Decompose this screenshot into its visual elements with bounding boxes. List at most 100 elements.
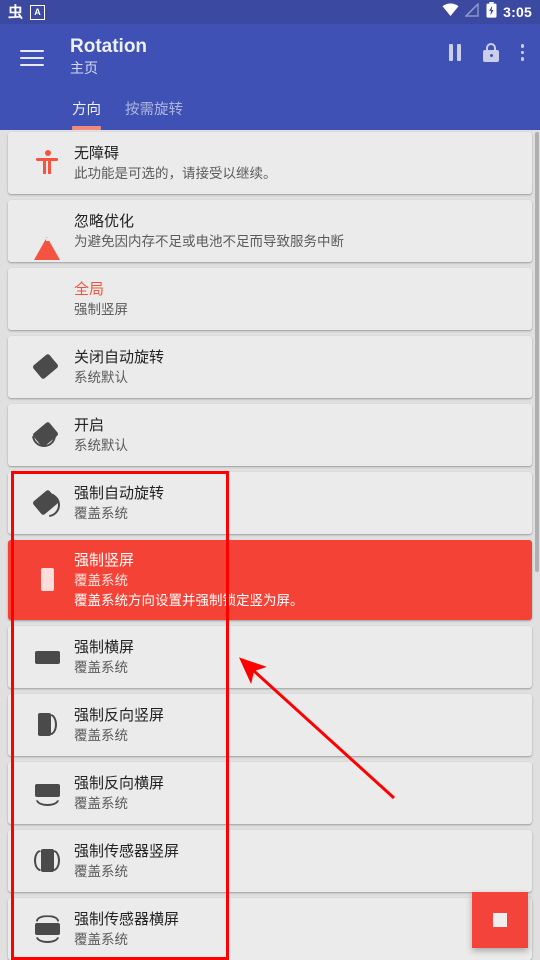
rotate-force-icon [31,488,63,518]
list-item-subtitle: 强制竖屏 [74,301,128,317]
list-item-subtitle: 覆盖系统 [74,660,128,676]
sensor-portrait-icon [31,847,63,875]
signal-off-icon [464,1,480,22]
list-item-title: 强制自动旋转 [74,484,165,502]
page-subtitle: 主页 [70,59,98,76]
status-bar-clock: 3:05 [503,4,532,20]
app-bar-top: Rotation 主页 [0,24,540,86]
page-title: Rotation [70,36,148,57]
battery-charging-icon [486,1,497,23]
list-item-title: 关闭自动旋转 [74,348,165,366]
accessibility-icon [36,150,58,176]
list-item-icon-cell [20,150,74,176]
list-item-text: 全局 强制竖屏 [74,279,520,320]
list-item-subtitle: 覆盖系统 [74,505,128,521]
a-badge-icon: A [30,4,46,20]
settings-list[interactable]: 无障碍 此功能是可选的，请接受以继续。 忽略优化 为避免因内存不足或电池不足而导… [0,130,540,960]
list-item-force-auto-rotate[interactable]: 强制自动旋转 覆盖系统 [8,472,532,534]
lock-icon[interactable] [482,43,499,62]
reverse-landscape-icon [31,779,63,807]
list-item-subtitle: 覆盖系统 [74,573,128,589]
stop-service-fab[interactable] [472,892,528,948]
list-item-icon-cell [20,643,74,671]
list-item-title: 强制反向竖屏 [74,706,165,724]
list-item-title: 无障碍 [74,144,120,162]
list-item-text: 强制传感器竖屏 覆盖系统 [74,841,520,882]
list-scrollbar[interactable] [535,132,539,572]
list-item-title: 强制竖屏 [74,552,135,569]
list-item-auto-rotate-off[interactable]: 关闭自动旋转 系统默认 [8,336,532,398]
list-item-icon-cell [20,847,74,875]
warning-triangle-icon [34,219,60,260]
list-item-title: 忽略优化 [74,212,135,230]
list-item-subtitle: 覆盖系统 [74,932,128,948]
tab-on-demand-rotation[interactable]: 按需旋转 [113,98,195,130]
list-item-title: 强制传感器竖屏 [74,842,180,860]
list-item-text: 无障碍 此功能是可选的，请接受以继续。 [74,143,520,184]
list-item-force-sensor-landscape[interactable]: 强制传感器横屏 覆盖系统 [8,898,532,960]
list-item-global[interactable]: 全局 强制竖屏 [8,268,532,330]
reverse-portrait-icon [31,711,63,739]
pause-icon[interactable] [448,44,461,61]
list-item-text: 忽略优化 为避免因内存不足或电池不足而导致服务中断 [74,211,520,252]
list-item-text: 强制横屏 覆盖系统 [74,637,520,678]
list-item-accessibility[interactable]: 无障碍 此功能是可选的，请接受以继续。 [8,132,532,194]
tab-on-demand-rotation-label: 按需旋转 [125,102,183,118]
list-item-icon-cell [20,488,74,518]
list-item-icon-cell [20,219,74,260]
list-item-force-landscape[interactable]: 强制横屏 覆盖系统 [8,626,532,689]
list-item-icon-cell [20,915,74,944]
tab-bar: 方向 按需旋转 [0,86,540,130]
wifi-icon [442,2,459,22]
stop-square-icon [493,913,507,927]
status-bar: 虫 A 3:05 [0,0,540,24]
tab-direction-label: 方向 [72,102,101,118]
list-item-subtitle: 为避免因内存不足或电池不足而导致服务中断 [74,233,344,249]
list-item-text: 强制自动旋转 覆盖系统 [74,483,520,524]
list-item-title: 强制传感器横屏 [74,910,180,928]
list-item-subtitle: 系统默认 [74,369,128,385]
app-bar-actions [448,34,529,62]
list-item-text: 开启 系统默认 [74,415,520,456]
rotate-on-icon [31,420,63,450]
list-item-description: 覆盖系统方向设置并强制锁定竖为屏。 [74,592,304,608]
app-screen: 虫 A 3:05 Rotation 主页 方向 按需旋转 无障碍 此功能是可选的… [0,0,540,960]
list-item-auto-rotate-on[interactable]: 开启 系统默认 [8,404,532,466]
list-item-icon-cell [20,420,74,450]
list-item-icon-cell [20,711,74,739]
status-bar-right: 3:05 [442,1,532,23]
list-item-icon-cell [20,352,74,382]
sensor-landscape-icon [31,915,63,944]
list-item-title: 强制横屏 [74,638,135,656]
list-item-force-sensor-portrait[interactable]: 强制传感器竖屏 覆盖系统 [8,830,532,893]
app-bar-titles: Rotation 主页 [70,34,147,78]
list-item-subtitle: 此功能是可选的，请接受以继续。 [74,165,277,181]
list-item-icon-cell [20,779,74,807]
list-item-subtitle: 覆盖系统 [74,864,128,880]
list-item-subtitle: 覆盖系统 [74,796,128,812]
list-item-text: 强制竖屏 覆盖系统 覆盖系统方向设置并强制锁定竖为屏。 [74,550,520,610]
list-item-force-reverse-portrait[interactable]: 强制反向竖屏 覆盖系统 [8,694,532,757]
portrait-icon [31,566,63,594]
list-item-subtitle: 系统默认 [74,437,128,453]
list-item-title: 开启 [74,416,105,434]
list-item-force-reverse-landscape[interactable]: 强制反向横屏 覆盖系统 [8,762,532,825]
list-item-force-portrait[interactable]: 强制竖屏 覆盖系统 覆盖系统方向设置并强制锁定竖为屏。 [8,540,532,621]
overflow-menu-icon[interactable] [520,44,524,61]
landscape-icon [31,643,63,671]
list-item-text: 强制反向竖屏 覆盖系统 [74,705,520,746]
hamburger-icon[interactable] [12,38,52,78]
rotate-off-icon [31,352,63,382]
list-item-icon-cell [20,566,74,594]
list-item-text: 关闭自动旋转 系统默认 [74,347,520,388]
bug-glyph-icon: 虫 [8,3,24,21]
list-item-subtitle: 覆盖系统 [74,728,128,744]
list-item-ignore-optimization[interactable]: 忽略优化 为避免因内存不足或电池不足而导致服务中断 [8,200,532,262]
status-bar-left: 虫 A [8,3,46,21]
tab-direction[interactable]: 方向 [60,98,113,130]
list-item-text: 强制传感器横屏 覆盖系统 [74,909,520,950]
list-item-title: 全局 [74,280,105,298]
list-item-text: 强制反向横屏 覆盖系统 [74,773,520,814]
app-bar: Rotation 主页 方向 按需旋转 [0,24,540,130]
list-item-title: 强制反向横屏 [74,774,165,792]
